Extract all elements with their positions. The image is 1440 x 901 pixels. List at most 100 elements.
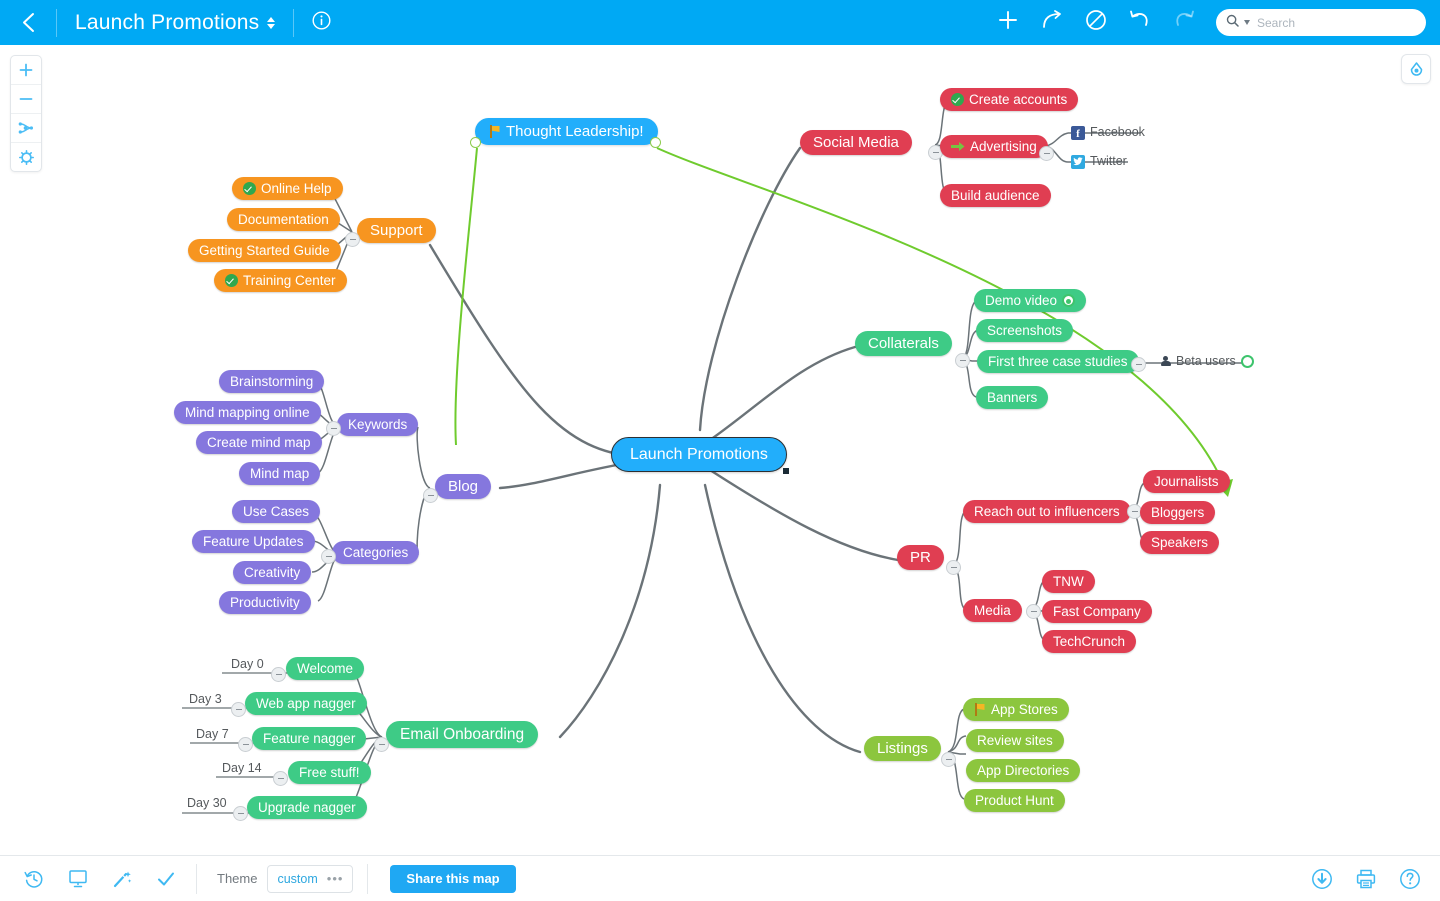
node-brainstorming[interactable]: Brainstorming (219, 370, 325, 393)
resize-handle[interactable] (782, 468, 789, 474)
collapse-toggle-email[interactable] (374, 737, 389, 752)
node-feature-nagger[interactable]: Feature nagger (252, 727, 367, 750)
node-build-audience[interactable]: Build audience (940, 184, 1051, 207)
node-training-center[interactable]: Training Center (214, 269, 347, 292)
node-tnw[interactable]: TNW (1042, 570, 1095, 593)
search-input[interactable] (1255, 14, 1399, 31)
node-categories[interactable]: Categories (332, 541, 420, 564)
node-feature-updates[interactable]: Feature Updates (192, 530, 315, 553)
node-screenshots[interactable]: Screenshots (976, 319, 1074, 342)
help-button[interactable] (1388, 856, 1432, 901)
branch-blog[interactable]: Blog (435, 474, 492, 499)
note-day-14[interactable]: Day 14 (219, 759, 265, 778)
node-review-sites[interactable]: Review sites (966, 729, 1064, 752)
note-day-7[interactable]: Day 7 (193, 725, 232, 744)
collapse-toggle-support[interactable] (345, 232, 360, 247)
node-demo-video[interactable]: Demo video (974, 289, 1087, 312)
style-panel-button[interactable] (1401, 54, 1431, 84)
node-productivity[interactable]: Productivity (219, 591, 311, 614)
collapse-toggle-free-stuff[interactable] (273, 771, 288, 786)
note-day-30[interactable]: Day 30 (184, 794, 230, 813)
node-welcome[interactable]: Welcome (286, 657, 365, 680)
magic-wand-button[interactable] (100, 856, 144, 901)
history-button[interactable] (12, 856, 56, 901)
map-title-selector[interactable]: Launch Promotions (57, 11, 293, 35)
delete-topic-button[interactable] (1074, 0, 1118, 45)
add-subtopic-button[interactable] (1030, 0, 1074, 45)
node-banners[interactable]: Banners (976, 386, 1049, 409)
map-settings-button[interactable] (11, 143, 41, 171)
note-day-3[interactable]: Day 3 (186, 690, 225, 709)
collapse-toggle-pr[interactable] (946, 560, 961, 575)
node-keywords[interactable]: Keywords (337, 413, 419, 436)
node-getting-started-guide[interactable]: Getting Started Guide (188, 239, 341, 262)
node-speakers[interactable]: Speakers (1140, 531, 1220, 554)
branch-collaterals[interactable]: Collaterals (855, 331, 952, 356)
node-create-accounts[interactable]: Create accounts (940, 88, 1079, 111)
collapse-toggle-web-app-nagger[interactable] (231, 702, 246, 717)
node-bloggers[interactable]: Bloggers (1140, 501, 1216, 524)
node-twitter[interactable]: Twitter (1068, 152, 1130, 171)
note-day-0[interactable]: Day 0 (228, 655, 267, 674)
task-check-button[interactable] (144, 856, 188, 901)
node-techcrunch[interactable]: TechCrunch (1042, 630, 1137, 653)
collapse-toggle-welcome[interactable] (271, 667, 286, 682)
collapse-toggle-case-studies[interactable] (1131, 357, 1146, 372)
map-info-button[interactable] (294, 10, 349, 35)
zoom-out-button[interactable] (11, 85, 41, 114)
collapse-toggle-keywords[interactable] (326, 421, 341, 436)
collapse-toggle-advertising[interactable] (1039, 146, 1054, 161)
node-web-app-nagger[interactable]: Web app nagger (245, 692, 367, 715)
node-beta-users[interactable]: Beta users (1157, 352, 1257, 371)
node-journalists[interactable]: Journalists (1143, 470, 1230, 493)
node-facebook[interactable]: f Facebook (1068, 123, 1148, 142)
node-app-directories[interactable]: App Directories (966, 759, 1081, 782)
node-fast-company[interactable]: Fast Company (1042, 600, 1152, 623)
search-scope-caret-icon[interactable] (1244, 20, 1250, 25)
node-documentation[interactable]: Documentation (227, 208, 340, 231)
node-reach-out-to-influencers[interactable]: Reach out to influencers (963, 500, 1131, 523)
root-node[interactable]: Launch Promotions (611, 437, 789, 474)
branch-email-onboarding[interactable]: Email Onboarding (386, 721, 539, 748)
zoom-in-button[interactable] (11, 56, 41, 85)
undo-button[interactable] (1118, 0, 1162, 45)
collapse-toggle-blog[interactable] (423, 488, 438, 503)
node-free-stuff[interactable]: Free stuff! (288, 761, 371, 784)
node-first-three-case-studies[interactable]: First three case studies (977, 350, 1139, 373)
floating-topic-thought-leadership[interactable]: Thought Leadership! (475, 118, 658, 145)
branch-listings[interactable]: Listings (864, 736, 941, 761)
search-box[interactable] (1216, 9, 1426, 36)
node-create-mind-map[interactable]: Create mind map (196, 431, 322, 454)
redo-button[interactable] (1162, 0, 1206, 45)
collapse-toggle-collaterals[interactable] (955, 353, 970, 368)
relationship-handle-left[interactable] (470, 137, 481, 148)
presentation-button[interactable] (56, 856, 100, 901)
branch-social-media[interactable]: Social Media (800, 130, 912, 155)
add-topic-button[interactable] (986, 0, 1030, 45)
node-media[interactable]: Media (963, 599, 1022, 622)
print-button[interactable] (1344, 856, 1388, 901)
relationship-handle-right[interactable] (650, 137, 661, 148)
node-advertising[interactable]: Advertising (940, 135, 1048, 158)
node-use-cases[interactable]: Use Cases (232, 500, 321, 523)
theme-selector[interactable]: custom ••• (267, 864, 354, 893)
node-online-help[interactable]: Online Help (232, 177, 343, 200)
share-map-button[interactable]: Share this map (390, 864, 516, 893)
node-app-stores[interactable]: App Stores (963, 698, 1069, 721)
node-product-hunt[interactable]: Product Hunt (964, 789, 1065, 812)
collapse-toggle-feature-nagger[interactable] (238, 737, 253, 752)
branch-pr[interactable]: PR (897, 545, 944, 570)
back-button[interactable] (0, 0, 56, 45)
node-mind-map[interactable]: Mind map (239, 462, 321, 485)
theme-more-icon[interactable]: ••• (327, 872, 344, 885)
fit-map-button[interactable] (11, 114, 41, 143)
collapse-toggle-listings[interactable] (941, 752, 956, 767)
collapse-toggle-media[interactable] (1026, 604, 1041, 619)
branch-support[interactable]: Support (357, 218, 436, 243)
collapse-toggle-categories[interactable] (321, 549, 336, 564)
node-upgrade-nagger[interactable]: Upgrade nagger (247, 796, 367, 819)
mindmap-canvas[interactable]: Launch Promotions Thought Leadership! Su… (0, 45, 1440, 855)
node-creativity[interactable]: Creativity (233, 561, 312, 584)
node-mind-mapping-online[interactable]: Mind mapping online (174, 401, 321, 424)
collapse-toggle-upgrade-nagger[interactable] (233, 806, 248, 821)
